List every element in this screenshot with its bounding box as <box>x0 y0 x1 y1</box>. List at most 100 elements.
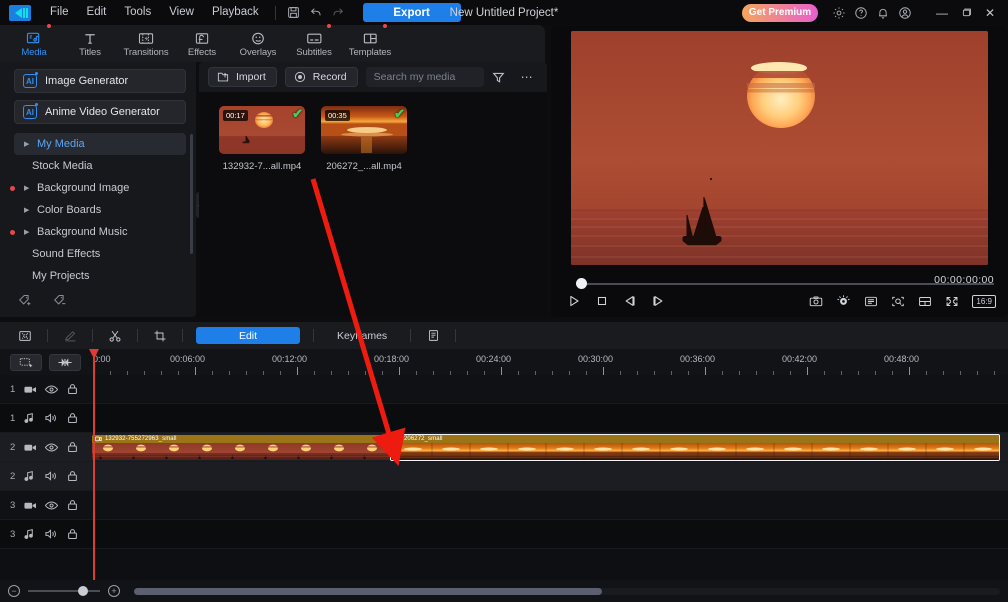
close-button[interactable]: ✕ <box>978 2 1002 24</box>
tab-templates[interactable]: Templates <box>342 24 398 62</box>
track-row[interactable]: 2 <box>0 462 1008 491</box>
account-icon[interactable] <box>894 3 916 23</box>
track-row[interactable]: 3 <box>0 491 1008 520</box>
tab-overlays[interactable]: Overlays <box>230 25 286 62</box>
crop-fit-icon[interactable] <box>10 325 40 347</box>
lock-icon[interactable] <box>66 499 88 511</box>
timeline-clip[interactable]: 132932-755272963_small <box>92 435 390 460</box>
lock-icon[interactable] <box>66 441 88 453</box>
eye-icon[interactable] <box>44 442 66 453</box>
gear-icon[interactable] <box>828 3 850 23</box>
keyframes-tab[interactable]: Keyframes <box>321 330 403 342</box>
track-row[interactable]: 2 132932-755272963_small 206272_small <box>0 433 1008 462</box>
tab-effects[interactable]: Effects <box>174 25 230 62</box>
sidebar-item-stock-media[interactable]: Stock Media <box>14 155 186 177</box>
track-lane[interactable]: 132932-755272963_small 206272_small <box>88 433 1008 461</box>
zoom-slider[interactable] <box>28 586 100 596</box>
lock-icon[interactable] <box>66 470 88 482</box>
lock-icon[interactable] <box>66 383 88 395</box>
track-lane[interactable] <box>88 462 1008 490</box>
tag-add-icon[interactable] <box>18 294 33 307</box>
play-icon[interactable] <box>567 294 581 308</box>
track-row[interactable]: 1 <box>0 404 1008 433</box>
sidebar-item-color-boards[interactable]: ▶ Color Boards <box>14 199 186 221</box>
lock-icon[interactable] <box>66 528 88 540</box>
speaker-icon[interactable] <box>44 528 66 540</box>
marker-list-icon[interactable] <box>864 295 878 308</box>
playhead[interactable] <box>89 349 99 580</box>
media-thumbnail[interactable]: 00:17 ✔ <box>219 106 305 154</box>
pen-icon[interactable] <box>55 325 85 347</box>
track-lane[interactable] <box>88 375 1008 403</box>
menu-edit[interactable]: Edit <box>78 0 116 25</box>
lock-icon[interactable] <box>66 412 88 424</box>
speaker-icon[interactable] <box>44 412 66 424</box>
filter-icon[interactable] <box>492 71 510 84</box>
export-button[interactable]: Export <box>362 3 461 22</box>
scrubber-handle[interactable] <box>576 278 587 289</box>
aspect-ratio-button[interactable]: 16:9 <box>972 294 996 308</box>
menu-view[interactable]: View <box>160 0 203 25</box>
tag-remove-icon[interactable] <box>53 294 68 307</box>
redo-icon[interactable] <box>327 3 349 23</box>
menu-playback[interactable]: Playback <box>203 0 268 25</box>
add-track-icon[interactable] <box>10 353 42 371</box>
sidebar-item-background-image[interactable]: ▶ Background Image <box>10 177 186 199</box>
timeline-horizontal-scrollbar[interactable] <box>134 587 1000 595</box>
tab-media[interactable]: Media <box>6 24 62 62</box>
fullscreen-icon[interactable] <box>945 295 959 308</box>
voice-record-icon[interactable] <box>836 294 851 308</box>
more-icon[interactable]: ⋯ <box>518 70 536 84</box>
track-lane[interactable] <box>88 404 1008 432</box>
sidebar-item-my-projects[interactable]: My Projects <box>14 265 186 287</box>
edit-tab[interactable]: Edit <box>196 327 300 344</box>
zoom-in-icon[interactable]: + <box>108 585 120 597</box>
tab-transitions[interactable]: Transitions <box>118 25 174 62</box>
minimize-button[interactable]: — <box>930 2 954 24</box>
eye-icon[interactable] <box>44 384 66 395</box>
media-item[interactable]: 00:35 ✔ 206272_...all.mp4 <box>321 106 407 172</box>
properties-icon[interactable] <box>418 325 448 347</box>
track-row[interactable]: 1 <box>0 375 1008 404</box>
bell-icon[interactable] <box>872 3 894 23</box>
crop-icon[interactable] <box>145 325 175 347</box>
eye-icon[interactable] <box>44 500 66 511</box>
zoom-slider-handle[interactable] <box>78 586 88 596</box>
next-frame-icon[interactable] <box>651 294 665 308</box>
track-lane[interactable] <box>88 491 1008 519</box>
import-button[interactable]: Import <box>208 67 277 87</box>
scissors-icon[interactable] <box>100 325 130 347</box>
help-icon[interactable] <box>850 3 872 23</box>
anime-video-generator-button[interactable]: AI Anime Video Generator <box>14 100 186 124</box>
timeline-ruler[interactable]: 0:00 00:06:00 00:12:00 00:18:00 00:24:00… <box>88 349 1008 375</box>
track-row[interactable]: 3 <box>0 520 1008 549</box>
image-generator-button[interactable]: AI Image Generator <box>14 69 186 93</box>
sidebar-scrollbar[interactable] <box>190 134 193 254</box>
sidebar-item-background-music[interactable]: ▶ Background Music <box>10 221 186 243</box>
zoom-out-icon[interactable]: − <box>8 585 20 597</box>
record-button[interactable]: Record <box>284 67 358 87</box>
media-thumbnail[interactable]: 00:35 ✔ <box>321 106 407 154</box>
track-lane[interactable] <box>88 520 1008 548</box>
snapshot-icon[interactable] <box>809 295 823 308</box>
sidebar-item-my-media[interactable]: ▶ My Media <box>14 133 186 155</box>
undo-icon[interactable] <box>305 3 327 23</box>
media-item[interactable]: 00:17 ✔ 132932-7...all.mp4 <box>219 106 305 172</box>
save-icon[interactable] <box>283 3 305 23</box>
marker-icon[interactable] <box>49 353 81 371</box>
video-preview[interactable] <box>571 31 988 265</box>
get-premium-button[interactable]: Get Premium <box>742 3 818 22</box>
menu-tools[interactable]: Tools <box>115 0 160 25</box>
tab-titles[interactable]: Titles <box>62 25 118 62</box>
preview-scrubber[interactable] <box>565 277 994 291</box>
tab-subtitles[interactable]: Subtitles <box>286 24 342 62</box>
timeline-clip[interactable]: 206272_small <box>390 434 1000 461</box>
speaker-icon[interactable] <box>44 470 66 482</box>
zoom-icon[interactable] <box>891 295 905 308</box>
previous-frame-icon[interactable] <box>623 294 637 308</box>
split-view-icon[interactable] <box>918 295 932 308</box>
search-input[interactable]: Search my media <box>365 67 484 87</box>
menu-file[interactable]: File <box>41 0 78 25</box>
maximize-button[interactable] <box>954 2 978 24</box>
stop-icon[interactable] <box>595 294 609 308</box>
